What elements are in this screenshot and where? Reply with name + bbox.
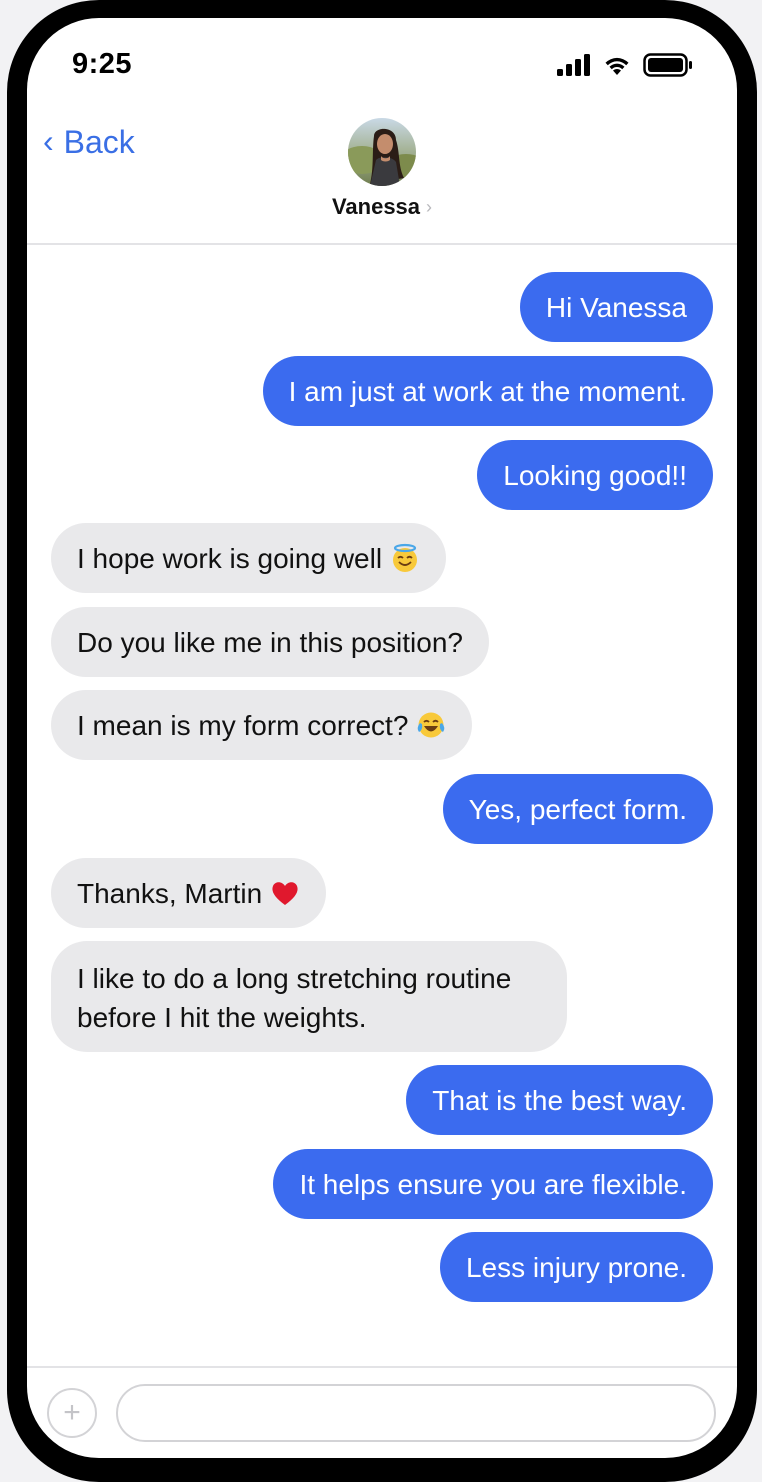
message-row: I am just at work at the moment. xyxy=(51,356,713,426)
outgoing-message-bubble[interactable]: Hi Vanessa xyxy=(519,272,713,342)
message-input[interactable] xyxy=(116,1384,716,1442)
chevron-right-icon: › xyxy=(426,196,433,217)
contact-avatar xyxy=(348,118,416,186)
message-text: It helps ensure you are flexible. xyxy=(299,1168,687,1200)
screen: 9:25 ‹ Back Vanessa › Hi Vanessa I am ju… xyxy=(27,18,737,1458)
plus-icon[interactable]: + xyxy=(47,1388,97,1438)
message-text: Looking good!! xyxy=(503,459,687,491)
message-row: I hope work is going well xyxy=(51,523,713,593)
message-text: Hi Vanessa xyxy=(545,291,687,323)
status-time: 9:25 xyxy=(72,48,133,80)
face-with-tears-of-joy-emoji xyxy=(418,712,445,738)
message-text: That is the best way. xyxy=(432,1084,687,1116)
conversation-header: ‹ Back Vanessa › xyxy=(27,108,737,245)
message-text: Less injury prone. xyxy=(465,1251,687,1283)
message-row: Looking good!! xyxy=(51,440,713,510)
message-list[interactable]: Hi Vanessa I am just at work at the mome… xyxy=(27,244,737,1364)
message-text: I am just at work at the moment. xyxy=(288,375,687,407)
message-row: Yes, perfect form. xyxy=(51,774,713,844)
contact-name: Vanessa xyxy=(331,194,421,219)
contact-info-button[interactable]: Vanessa › xyxy=(27,118,737,220)
phone-frame: 9:25 ‹ Back Vanessa › Hi Vanessa I am ju… xyxy=(7,0,757,1482)
outgoing-message-bubble[interactable]: It helps ensure you are flexible. xyxy=(273,1149,713,1219)
message-text: I hope work is going well xyxy=(77,542,383,574)
message-row: Thanks, Martin xyxy=(51,858,713,928)
message-row: I mean is my form correct? xyxy=(51,690,713,760)
incoming-message-bubble[interactable]: I hope work is going well xyxy=(51,523,447,593)
compose-bar: + xyxy=(27,1366,737,1458)
message-text: I mean is my form correct? xyxy=(77,709,409,741)
red-heart-emoji xyxy=(272,882,298,905)
message-text: I like to do a long stretching routine b… xyxy=(77,962,512,1033)
message-row: Do you like me in this position? xyxy=(51,607,713,677)
smiling-face-with-halo-emoji xyxy=(393,543,418,572)
outgoing-message-bubble[interactable]: That is the best way. xyxy=(406,1065,713,1135)
cellular-signal-icon xyxy=(557,54,590,76)
status-bar: 9:25 xyxy=(27,18,737,108)
incoming-message-bubble[interactable]: Thanks, Martin xyxy=(51,858,327,928)
message-row: Hi Vanessa xyxy=(51,272,713,342)
message-row: That is the best way. xyxy=(51,1065,713,1135)
message-text: Thanks, Martin xyxy=(77,877,263,909)
outgoing-message-bubble[interactable]: Less injury prone. xyxy=(439,1232,713,1302)
message-row: I like to do a long stretching routine b… xyxy=(51,941,713,1052)
message-text: Yes, perfect form. xyxy=(468,793,687,825)
wifi-icon xyxy=(605,57,629,75)
message-text: Do you like me in this position? xyxy=(77,626,463,658)
contact-name-row: Vanessa › xyxy=(332,194,432,220)
message-row: Less injury prone. xyxy=(51,1232,713,1302)
outgoing-message-bubble[interactable]: I am just at work at the moment. xyxy=(262,356,713,426)
message-row: It helps ensure you are flexible. xyxy=(51,1149,713,1219)
battery-icon xyxy=(643,53,692,77)
status-icons xyxy=(557,53,693,77)
outgoing-message-bubble[interactable]: Looking good!! xyxy=(477,440,713,510)
incoming-message-bubble[interactable]: I mean is my form correct? xyxy=(51,690,473,760)
incoming-message-bubble[interactable]: I like to do a long stretching routine b… xyxy=(51,941,567,1052)
outgoing-message-bubble[interactable]: Yes, perfect form. xyxy=(442,774,713,844)
incoming-message-bubble[interactable]: Do you like me in this position? xyxy=(51,607,489,677)
